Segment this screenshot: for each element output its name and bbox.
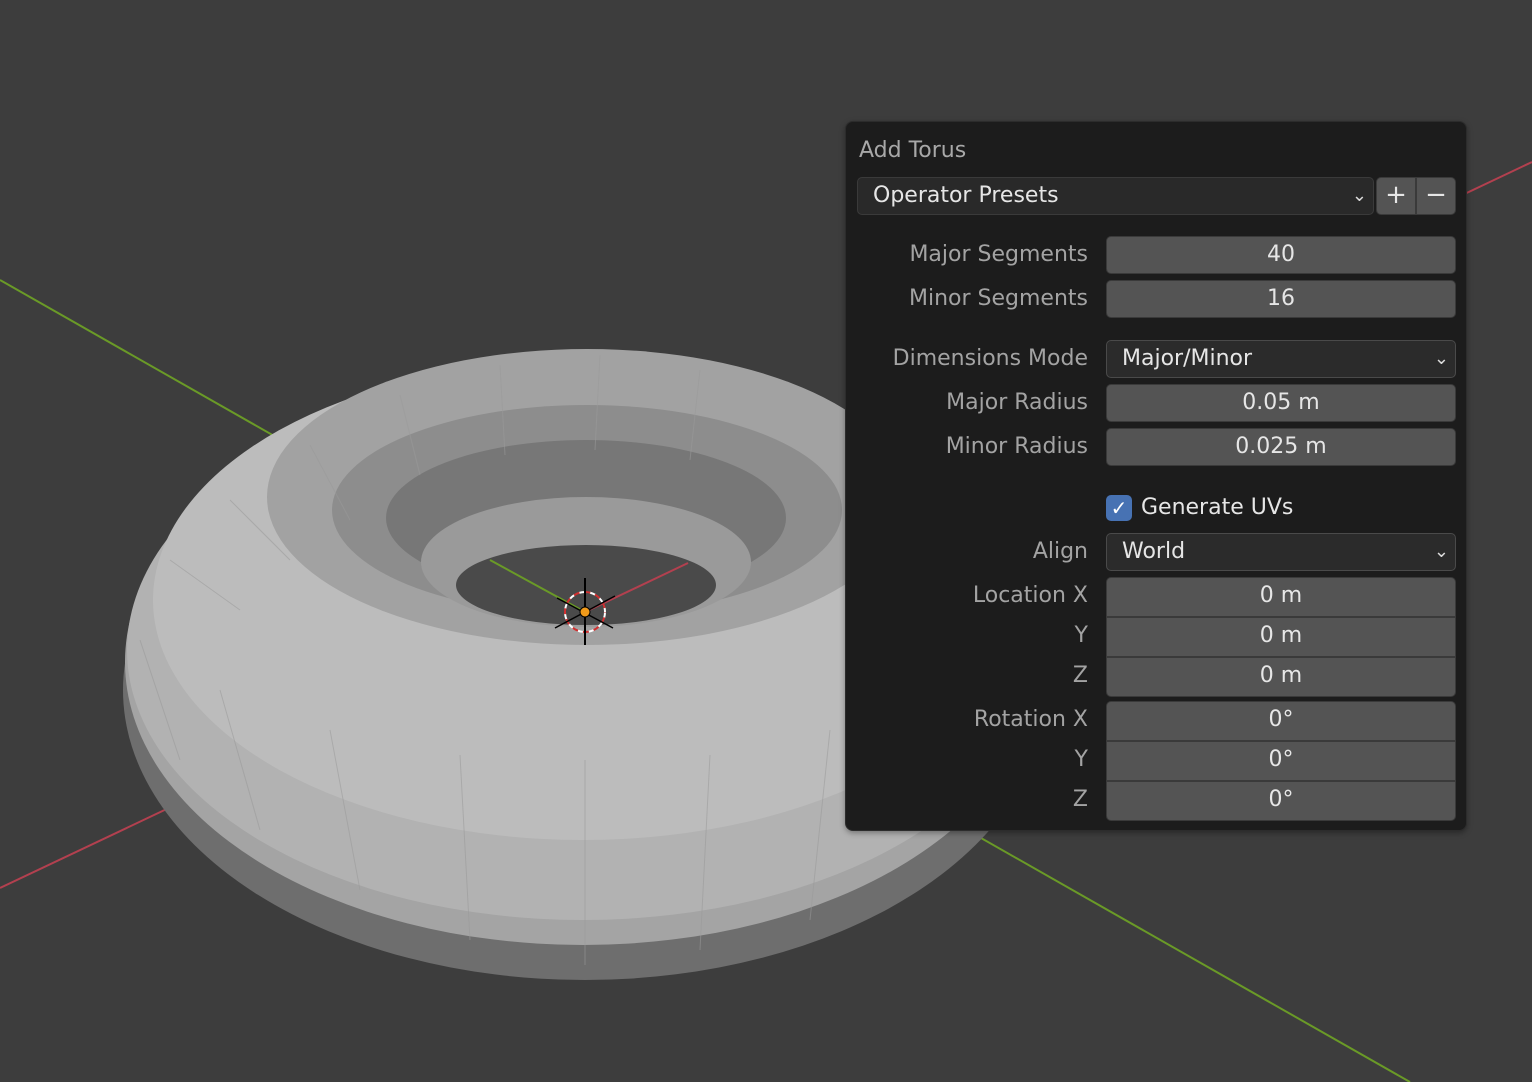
generate-uvs-label[interactable]: Generate UVs — [1141, 489, 1293, 527]
rotation-x-label: Rotation X — [973, 707, 1088, 732]
operator-presets-label: Operator Presets — [873, 183, 1059, 208]
location-x-label: Location X — [972, 583, 1088, 608]
rotation-y-field[interactable]: 0° — [1106, 741, 1456, 781]
chevron-down-icon: ⌄ — [1433, 348, 1449, 369]
chevron-down-icon: ⌄ — [1351, 185, 1367, 206]
location-y-label: Y — [1074, 623, 1088, 648]
minor-radius-label: Minor Radius — [945, 434, 1088, 459]
dimensions-mode-label: Dimensions Mode — [892, 346, 1088, 371]
minor-radius-field[interactable]: 0.025 m — [1106, 428, 1456, 466]
plus-icon: + — [1385, 180, 1407, 210]
location-x-field[interactable]: 0 m — [1106, 577, 1456, 617]
panel-title: Add Torus — [859, 138, 967, 163]
generate-uvs-checkbox[interactable]: ✓ — [1106, 495, 1132, 521]
align-label: Align — [1032, 539, 1088, 564]
chevron-down-icon: ⌄ — [1433, 541, 1449, 562]
major-radius-field[interactable]: 0.05 m — [1106, 384, 1456, 422]
operator-presets-dropdown[interactable]: Operator Presets ⌄ — [857, 177, 1374, 215]
add-preset-button[interactable]: + — [1376, 177, 1416, 215]
minus-icon: − — [1425, 180, 1447, 210]
add-torus-operator-panel: Add Torus Operator Presets ⌄ + − Major S… — [845, 121, 1467, 831]
minor-segments-label: Minor Segments — [909, 286, 1088, 311]
checkmark-icon: ✓ — [1110, 496, 1128, 520]
dimensions-mode-value: Major/Minor — [1122, 346, 1253, 371]
rotation-z-label: Z — [1072, 787, 1088, 812]
dimensions-mode-dropdown[interactable]: Major/Minor ⌄ — [1106, 340, 1456, 378]
rotation-x-field[interactable]: 0° — [1106, 701, 1456, 741]
remove-preset-button[interactable]: − — [1416, 177, 1456, 215]
major-segments-label: Major Segments — [909, 242, 1088, 267]
location-z-label: Z — [1072, 663, 1088, 688]
align-dropdown[interactable]: World ⌄ — [1106, 533, 1456, 571]
location-y-field[interactable]: 0 m — [1106, 617, 1456, 657]
rotation-y-label: Y — [1074, 747, 1088, 772]
rotation-z-field[interactable]: 0° — [1106, 781, 1456, 821]
major-radius-label: Major Radius — [946, 390, 1088, 415]
align-value: World — [1122, 539, 1186, 564]
major-segments-field[interactable]: 40 — [1106, 236, 1456, 274]
location-z-field[interactable]: 0 m — [1106, 657, 1456, 697]
minor-segments-field[interactable]: 16 — [1106, 280, 1456, 318]
